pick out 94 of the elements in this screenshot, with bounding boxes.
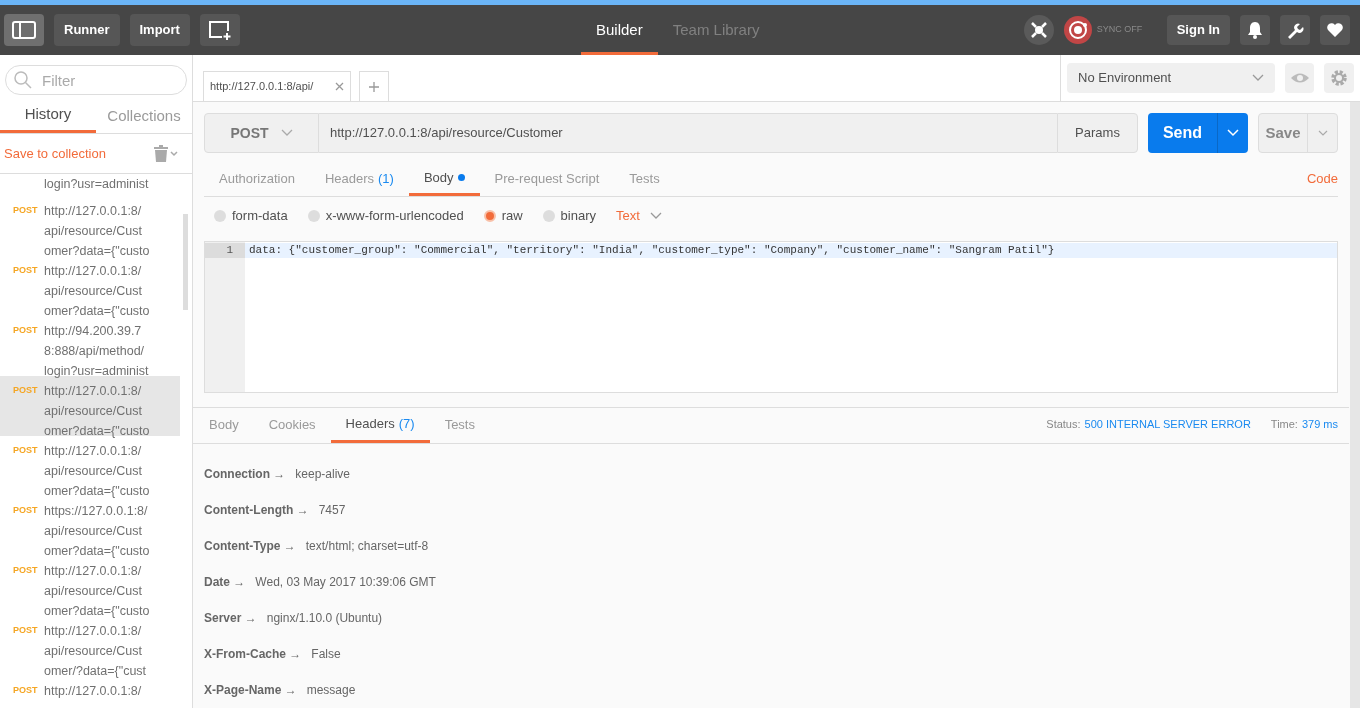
header-value: keep-alive — [295, 466, 351, 483]
header-value: 7457 — [318, 502, 346, 519]
satellite-icon — [1029, 21, 1048, 39]
count-label: (1) — [378, 170, 394, 189]
method-label: POST — [13, 384, 39, 397]
tab[interactable]: Body — [194, 407, 254, 443]
code-link[interactable]: Code — [1306, 168, 1338, 188]
sidebar-icon — [12, 21, 36, 39]
header-key: X-From-Cache → — [204, 645, 302, 663]
radio-icon[interactable] — [214, 210, 226, 222]
status-label: Status: — [1046, 416, 1081, 432]
favorite-button[interactable] — [1320, 15, 1350, 45]
wrench-icon — [1286, 21, 1304, 39]
runner-button[interactable]: Runner — [54, 14, 120, 46]
time-label: Time: — [1270, 416, 1298, 432]
method-label: POST — [13, 324, 39, 337]
tab[interactable]: Body — [408, 162, 480, 196]
tab[interactable]: Authorization — [204, 162, 310, 196]
body-type-radio[interactable]: x-www-form-urlencoded — [307, 206, 464, 226]
method-label: POST — [13, 204, 39, 217]
status-code: 500 INTERNAL SERVER ERROR — [1084, 416, 1251, 432]
method-label: POST — [13, 624, 39, 637]
quick-look-button[interactable] — [1284, 63, 1315, 93]
header-value: False — [311, 646, 341, 663]
request-url: login?usr=administ — [44, 176, 149, 193]
header-value: nginx/1.10.0 (Ubuntu) — [266, 610, 383, 627]
header-key: Date → — [204, 573, 246, 591]
eye-icon — [1289, 72, 1310, 84]
header-key: Content-Length → — [204, 501, 309, 519]
search-icon — [14, 71, 32, 89]
url-field[interactable]: http://127.0.0.1:8/api/resource/Customer — [319, 113, 1057, 153]
close-icon[interactable] — [335, 82, 344, 91]
interceptor-button[interactable] — [1023, 15, 1054, 45]
environment-dropdown[interactable]: No Environment — [1067, 63, 1275, 93]
chevron-icon — [1251, 74, 1264, 82]
method-label: POST — [13, 504, 39, 517]
new-window-icon — [207, 20, 232, 40]
method-label: POST — [13, 684, 39, 697]
sync-status: SYNC OFF — [1096, 23, 1144, 37]
method-label: POST — [13, 444, 39, 457]
gear-icon — [1330, 69, 1349, 87]
chevron-icon — [1317, 129, 1328, 137]
manage-environments-button[interactable] — [1324, 63, 1354, 93]
header-value: Wed, 03 May 2017 10:39:06 GMT — [255, 574, 436, 591]
method-label: POST — [13, 564, 39, 577]
header-value: message — [306, 682, 356, 699]
notifications-button[interactable] — [1240, 15, 1270, 45]
tab[interactable]: Cookies — [253, 407, 331, 443]
sign-in-button[interactable]: Sign In — [1166, 15, 1230, 45]
body-type-radio[interactable]: raw — [483, 206, 523, 226]
scrollbar[interactable] — [183, 214, 188, 310]
history-item[interactable]: login?usr=administ — [0, 174, 180, 196]
method-dropdown[interactable]: POST — [204, 113, 319, 153]
chevron-icon — [649, 212, 662, 220]
tab[interactable]: Headers (1) — [309, 162, 409, 196]
tab[interactable]: Pre-request Script — [479, 162, 615, 196]
sidebar-tab[interactable]: History — [0, 99, 96, 133]
response-time: 379 ms — [1301, 416, 1338, 432]
radio-icon[interactable] — [483, 210, 496, 222]
caret-icon[interactable] — [170, 150, 178, 157]
request-tab[interactable]: http://127.0.0.1:8/api/ — [203, 71, 351, 101]
filter-field[interactable]: Filter — [5, 65, 187, 95]
sidebar-toggle-button[interactable] — [4, 14, 44, 46]
header-key: Content-Type → — [204, 537, 296, 555]
method-label: POST — [13, 264, 39, 277]
heart-icon — [1326, 22, 1344, 38]
plus-icon — [369, 81, 379, 92]
line-number: 1 — [205, 243, 245, 258]
radio-icon[interactable] — [542, 210, 555, 222]
chevron-icon — [280, 129, 293, 137]
count-label: (7) — [398, 414, 415, 433]
tab[interactable]: Tests — [614, 162, 675, 196]
chevron-icon — [1227, 129, 1239, 137]
params-button[interactable]: Params — [1057, 113, 1138, 153]
format-dropdown[interactable]: Text — [616, 206, 662, 226]
header-key: Server → — [204, 609, 257, 627]
sync-icon[interactable] — [1063, 16, 1092, 44]
settings-button[interactable] — [1280, 15, 1310, 45]
header-key: X-Page-Name → — [204, 681, 297, 699]
body-type-radio[interactable]: binary — [542, 206, 596, 226]
header-value: text/html; charset=utf-8 — [305, 538, 429, 555]
trash-icon[interactable] — [154, 145, 168, 162]
new-tab-button[interactable] — [199, 14, 240, 46]
save-to-collection-link[interactable]: Save to collection — [4, 143, 106, 164]
header-key: Connection → — [204, 465, 286, 483]
tab[interactable]: Tests — [429, 407, 490, 443]
sidebar-tab[interactable]: Collections — [96, 99, 192, 133]
tab[interactable]: Headers (7) — [330, 407, 430, 443]
bell-icon — [1247, 21, 1263, 39]
request-url: http://127.0.0.1:8/ — [44, 683, 142, 700]
add-tab-button[interactable] — [359, 71, 389, 101]
import-button[interactable]: Import — [129, 14, 190, 46]
radio-icon[interactable] — [307, 210, 320, 222]
body-type-radio[interactable]: form-data — [214, 206, 288, 226]
